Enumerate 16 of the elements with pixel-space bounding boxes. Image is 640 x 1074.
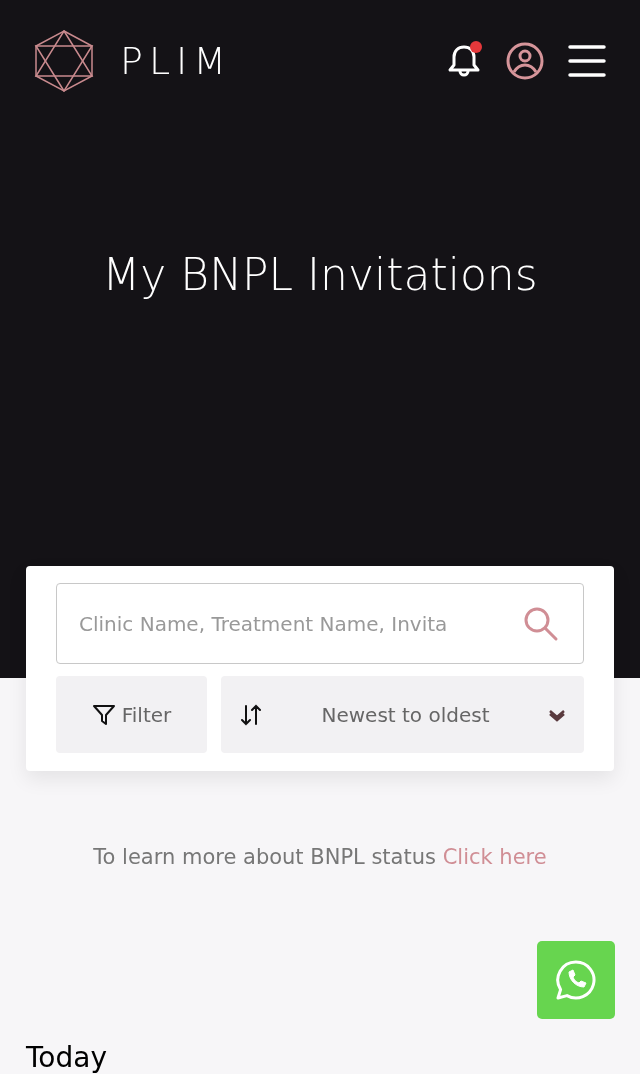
logo-icon — [34, 30, 94, 92]
chevron-down-icon — [548, 707, 566, 722]
search-icon[interactable] — [523, 605, 559, 642]
section-heading: Today — [26, 1044, 107, 1072]
page-title: My BNPL Invitations — [101, 248, 539, 302]
sort-icon — [239, 702, 263, 727]
whatsapp-icon — [555, 959, 597, 1001]
search-field[interactable]: Clinic Name, Treatment Name, Invita — [79, 608, 523, 639]
user-profile-icon[interactable] — [506, 42, 544, 80]
search-bar[interactable]: Clinic Name, Treatment Name, Invita — [56, 583, 584, 664]
sort-dropdown[interactable]: Newest to oldest — [221, 676, 584, 753]
menu-icon[interactable] — [568, 44, 606, 78]
info-text: To learn more about BNPL status Click here — [92, 844, 548, 871]
filter-icon — [91, 702, 116, 727]
filter-button[interactable]: Filter — [56, 676, 207, 753]
brand-name: PLIM — [120, 37, 233, 85]
